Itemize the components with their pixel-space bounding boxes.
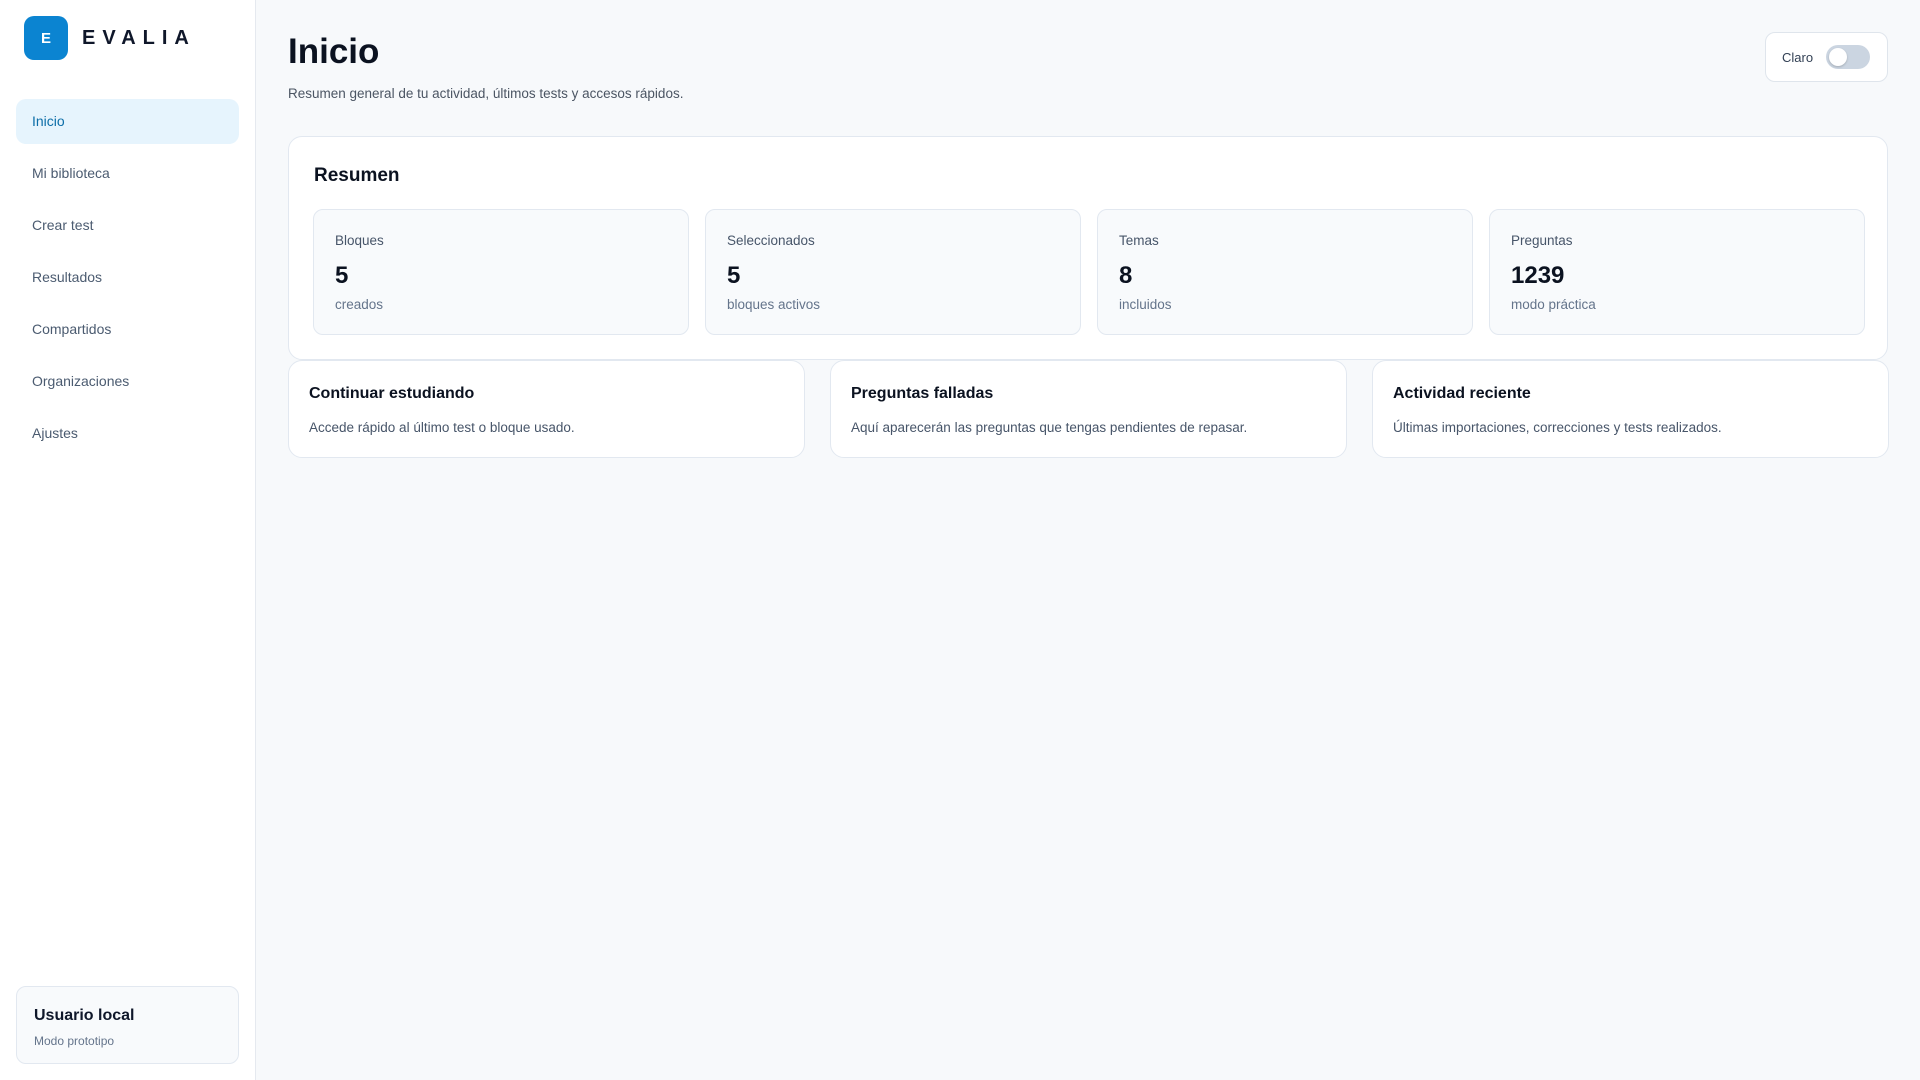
user-name: Usuario local — [34, 1007, 135, 1024]
stat-value: 5 — [335, 262, 349, 289]
card-preguntas-falladas[interactable]: Preguntas falladas Aquí aparecerán las p… — [830, 360, 1347, 458]
quick-access-cards: Continuar estudiando Accede rápido al úl… — [288, 360, 1889, 458]
stat-card-temas: Temas 8 incluidos — [1097, 209, 1473, 335]
sidebar-item-resultados[interactable]: Resultados — [16, 255, 239, 300]
theme-toggle-label: Claro — [1782, 49, 1814, 65]
theme-switch-knob — [1829, 48, 1848, 66]
card-actividad-reciente[interactable]: Actividad reciente Últimas importaciones… — [1372, 360, 1889, 458]
stat-note: bloques activos — [727, 297, 821, 312]
card-title: Actividad reciente — [1393, 385, 1531, 402]
sidebar: E EVALIA Inicio Mi biblioteca Crear test… — [0, 0, 256, 1080]
theme-switch[interactable] — [1826, 45, 1871, 69]
sidebar-item-organizaciones[interactable]: Organizaciones — [16, 359, 239, 404]
brand-name: EVALIA — [82, 26, 196, 49]
user-mode: Modo prototipo — [34, 1034, 115, 1048]
stat-value: 1239 — [1511, 262, 1565, 289]
summary-panel: Resumen Bloques 5 creados Seleccionados … — [288, 136, 1888, 360]
stat-label: Temas — [1119, 233, 1159, 248]
stat-card-preguntas: Preguntas 1239 modo práctica — [1489, 209, 1865, 335]
sidebar-item-mi-biblioteca[interactable]: Mi biblioteca — [16, 151, 239, 196]
sidebar-item-crear-test[interactable]: Crear test — [16, 203, 239, 248]
card-description: Aquí aparecerán las preguntas que tengas… — [851, 420, 1248, 435]
summary-stats: Bloques 5 creados Seleccionados 5 bloque… — [313, 209, 1865, 335]
stat-note: incluidos — [1119, 297, 1172, 312]
stat-label: Preguntas — [1511, 233, 1573, 248]
stat-label: Bloques — [335, 233, 384, 248]
sidebar-item-inicio[interactable]: Inicio — [16, 99, 239, 144]
stat-note: creados — [335, 297, 384, 312]
theme-toggle[interactable]: Claro — [1765, 32, 1888, 82]
user-card[interactable]: Usuario local Modo prototipo — [16, 986, 239, 1064]
sidebar-nav: Inicio Mi biblioteca Crear test Resultad… — [16, 99, 239, 463]
card-description: Últimas importaciones, correcciones y te… — [1393, 420, 1722, 435]
page-subtitle: Resumen general de tu actividad, últimos… — [288, 86, 684, 101]
stat-label: Seleccionados — [727, 233, 815, 248]
card-title: Preguntas falladas — [851, 385, 994, 402]
card-description: Accede rápido al último test o bloque us… — [309, 420, 575, 435]
brand-logo: E — [24, 16, 68, 60]
brand[interactable]: E EVALIA — [24, 16, 196, 60]
summary-title: Resumen — [314, 165, 400, 186]
stat-value: 8 — [1119, 262, 1133, 289]
card-continuar-estudiando[interactable]: Continuar estudiando Accede rápido al úl… — [288, 360, 805, 458]
stat-note: modo práctica — [1511, 297, 1596, 312]
sidebar-item-ajustes[interactable]: Ajustes — [16, 411, 239, 456]
stat-card-seleccionados: Seleccionados 5 bloques activos — [705, 209, 1081, 335]
card-title: Continuar estudiando — [309, 385, 475, 402]
sidebar-item-compartidos[interactable]: Compartidos — [16, 307, 239, 352]
page-title: Inicio — [288, 32, 380, 71]
stat-card-bloques: Bloques 5 creados — [313, 209, 689, 335]
stat-value: 5 — [727, 262, 741, 289]
